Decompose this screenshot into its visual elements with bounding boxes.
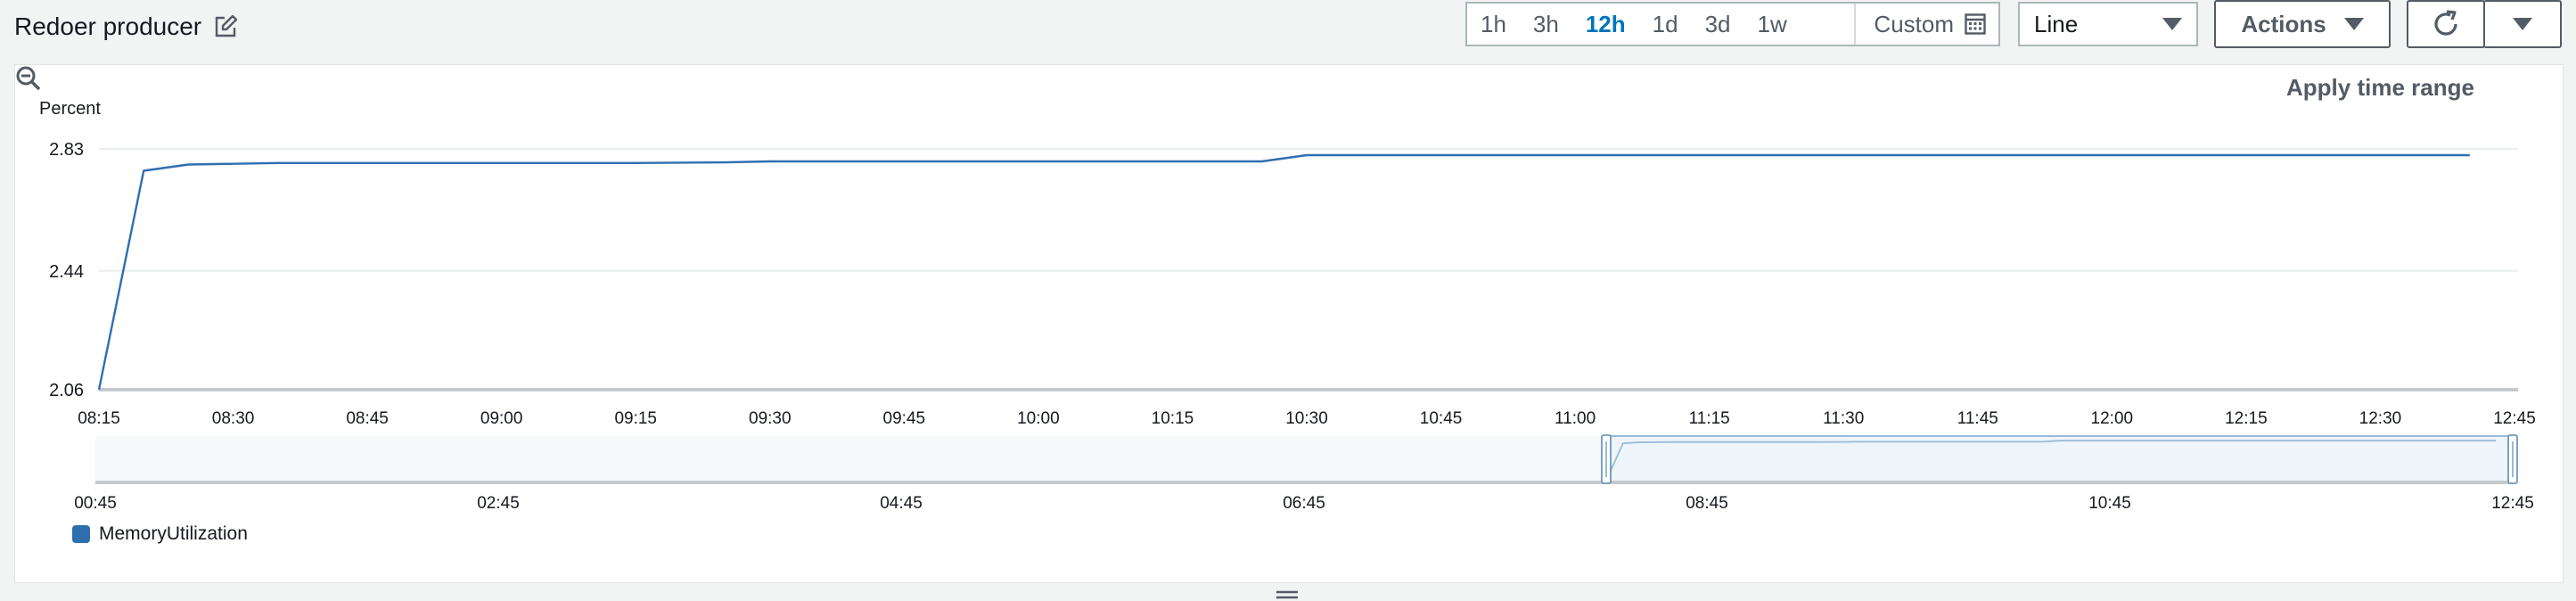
actions-label: Actions [2241,10,2326,37]
range-1h[interactable]: 1h [1467,4,1520,45]
range-1d[interactable]: 1d [1639,4,1692,45]
x-tick-label: 08:45 [346,409,389,428]
header: Redoer producer [14,7,238,46]
refresh-icon [2434,10,2457,36]
range-3d[interactable]: 3d [1692,4,1744,45]
x-tick-label: 09:30 [749,409,792,428]
x-tick-label: 12:30 [2359,409,2402,428]
x-tick-label: 11:00 [1555,409,1596,428]
x-tick-label: 09:00 [480,409,523,428]
refresh-button[interactable] [2407,0,2485,48]
graph-type-value: Line [2034,10,2079,37]
graph-panel: Apply time range Percent 2.83 2.44 2.06 08:1… [14,64,2564,583]
time-range-selector: 1h 3h 12h 1d 3d 1w Custom [1465,2,2000,46]
panel-resize-handle[interactable] [1275,589,1300,601]
custom-range-button[interactable]: Custom [1854,4,1998,45]
x-tick-label: 10:00 [1017,409,1060,428]
caret-down-icon [2513,18,2532,30]
custom-range-label: Custom [1874,10,1954,37]
page-title: Redoer producer [14,12,202,40]
caret-down-icon [2162,18,2182,30]
y-axis-label: Percent [39,99,101,119]
y-tick-label: 2.44 [49,262,84,282]
overview-tick-label: 06:45 [1283,494,1325,511]
x-tick-label: 11:30 [1823,409,1864,428]
series-line-memoryutilization [97,153,2470,391]
x-tick-label: 11:15 [1689,409,1730,428]
x-tick-label: 10:45 [1420,409,1463,428]
y-tick-label: 2.06 [49,381,84,400]
overview-tick-label: 08:45 [1686,494,1728,511]
x-tick-label: 09:15 [614,409,657,428]
x-tick-label: 12:45 [2493,409,2536,428]
x-tick-label: 12:00 [2091,409,2134,428]
refresh-options-button[interactable] [2483,0,2562,48]
overview-selection [1605,435,2514,483]
legend-swatch [72,525,90,543]
overview-tick-label: 12:45 [2491,494,2534,511]
caret-down-icon [2343,18,2364,30]
legend-item[interactable]: MemoryUtilization [72,523,248,545]
line-chart: Percent 2.83 2.44 2.06 08:15 08:30 08:45 09:00 0… [39,99,2536,511]
x-tick-label: 08:30 [212,409,255,428]
x-tick-label: 12:15 [2225,409,2268,428]
x-tick-label: 10:30 [1285,409,1328,428]
range-12h[interactable]: 12h [1572,4,1639,45]
range-3h[interactable]: 3h [1520,4,1572,45]
x-tick-label: 10:15 [1152,409,1194,428]
x-tick-label: 08:15 [78,409,120,428]
overview-tick-label: 04:45 [880,494,923,511]
range-1w[interactable]: 1w [1744,4,1801,45]
y-tick-label: 2.83 [49,140,84,160]
edit-icon[interactable] [214,15,238,38]
legend-label: MemoryUtilization [99,523,248,544]
actions-button[interactable]: Actions [2214,0,2391,48]
calendar-icon [1965,13,1986,35]
overview-tick-label: 00:45 [74,494,117,511]
overview-tick-label: 10:45 [2088,494,2131,511]
graph-type-select[interactable]: Line [2018,2,2198,46]
x-tick-label: 11:45 [1957,409,1998,428]
x-tick-label: 09:45 [883,409,926,428]
overview-tick-label: 02:45 [477,494,520,511]
